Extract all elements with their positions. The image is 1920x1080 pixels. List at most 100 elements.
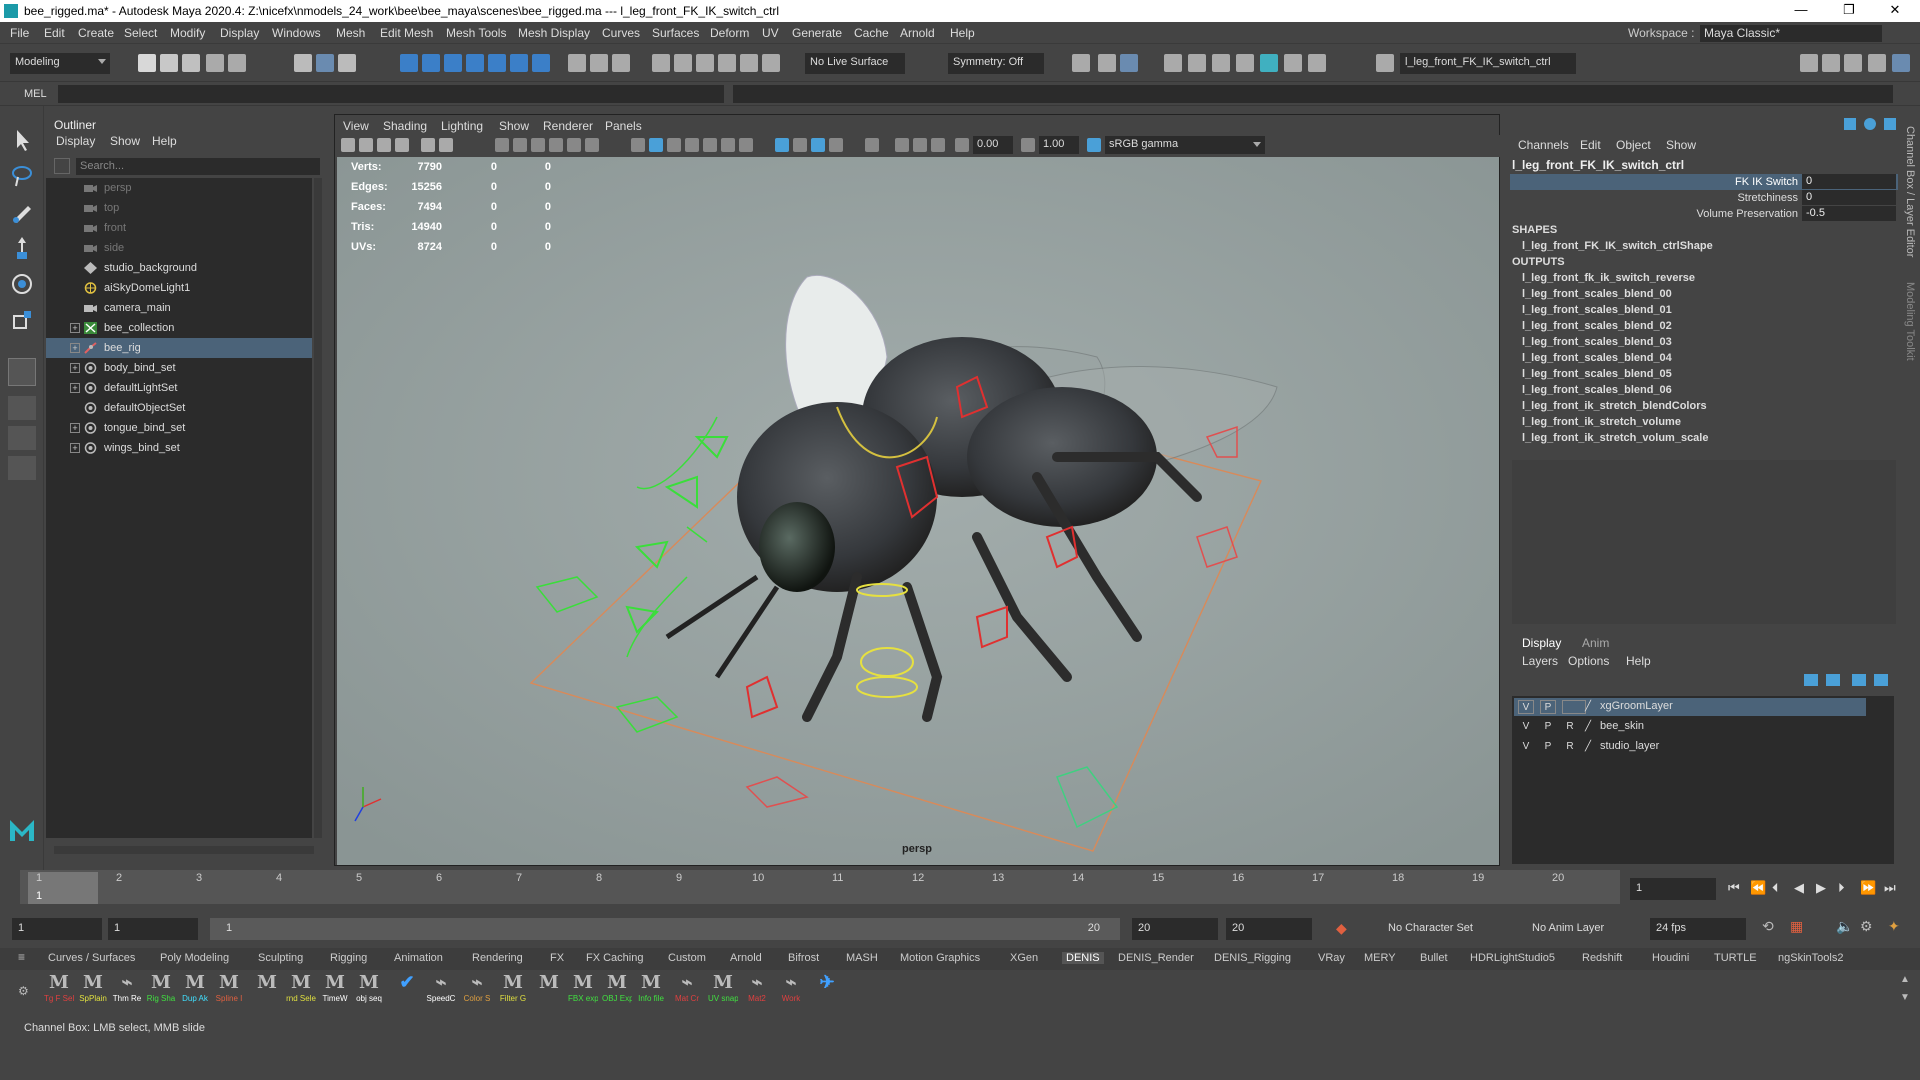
scale-tool-icon[interactable]: [8, 306, 36, 334]
shelf-button[interactable]: M Dup Ak: [180, 972, 210, 1008]
bookmark-icon[interactable]: [377, 138, 391, 152]
play-backwards-icon[interactable]: ◀: [1794, 880, 1804, 896]
wireframe-icon[interactable]: [631, 138, 645, 152]
step-back-key-icon[interactable]: ⏪: [1750, 880, 1766, 896]
expand-icon[interactable]: +: [70, 363, 80, 373]
shelf-menu-icon[interactable]: ≡: [18, 950, 25, 964]
menu-surfaces[interactable]: Surfaces: [652, 26, 699, 40]
attr-fk-ik-switch-value[interactable]: 0: [1802, 174, 1896, 189]
expand-icon[interactable]: +: [70, 423, 80, 433]
redo-icon[interactable]: [228, 54, 246, 72]
channelbox-menu-show[interactable]: Show: [1666, 138, 1696, 152]
menu-file[interactable]: File: [10, 26, 29, 40]
output-node[interactable]: l_leg_front_scales_blend_00: [1522, 288, 1672, 300]
shelf-button[interactable]: ⌁ Work: [776, 972, 806, 1008]
shelf-tab[interactable]: FX Caching: [586, 952, 643, 964]
menu-display[interactable]: Display: [220, 26, 259, 40]
layer-tab-anim[interactable]: Anim: [1582, 636, 1609, 650]
new-layer-selected-icon[interactable]: [1874, 674, 1888, 686]
viewport-menu-renderer[interactable]: Renderer: [543, 119, 593, 133]
attr-volume-preservation-value[interactable]: -0.5: [1802, 206, 1896, 221]
shelf-tab[interactable]: Rigging: [330, 952, 367, 964]
shelf-button[interactable]: M SpPlain: [78, 972, 108, 1008]
layer-visibility-toggle[interactable]: V: [1518, 720, 1534, 734]
animation-start-field[interactable]: 1: [12, 918, 102, 940]
tool-settings-icon[interactable]: [1822, 54, 1840, 72]
shelf-button[interactable]: ⌁ Mat2: [742, 972, 772, 1008]
layer-display-type-toggle[interactable]: R: [1562, 720, 1578, 734]
snap-vertex-icon[interactable]: [510, 54, 528, 72]
lock-icon[interactable]: [590, 54, 608, 72]
close-button[interactable]: ✕: [1878, 2, 1912, 18]
layer-color-swatch-icon[interactable]: ╱: [1580, 720, 1596, 734]
outliner-item[interactable]: studio_background: [46, 258, 312, 278]
step-forward-frame-icon[interactable]: ⏵: [1838, 880, 1845, 896]
render-current-frame-icon[interactable]: [652, 54, 670, 72]
channelbox-pin-icon[interactable]: [1884, 118, 1896, 130]
new-scene-icon[interactable]: [138, 54, 156, 72]
outliner-horizontal-scrollbar[interactable]: [54, 846, 314, 854]
key-filter-icon[interactable]: ▦: [1790, 918, 1803, 935]
shelf-tab[interactable]: Animation: [394, 952, 443, 964]
menu-curves[interactable]: Curves: [602, 26, 640, 40]
shelf-tab[interactable]: Houdini: [1652, 952, 1689, 964]
output-node[interactable]: l_leg_front_scales_blend_02: [1522, 320, 1672, 332]
anim-layer-dropdown[interactable]: No Anim Layer: [1526, 918, 1648, 940]
symmetry-dropdown[interactable]: Symmetry: Off: [948, 53, 1044, 74]
menu-uv[interactable]: UV: [762, 26, 779, 40]
shelf-tab[interactable]: FX: [550, 952, 564, 964]
playback-start-field[interactable]: 1: [108, 918, 198, 940]
menuset-dropdown[interactable]: Modeling: [10, 53, 110, 74]
channelbox-key-icon[interactable]: [1844, 118, 1856, 130]
attr-stretchiness[interactable]: Stretchiness 0: [1510, 190, 1898, 206]
textured-icon[interactable]: [703, 138, 717, 152]
shelf-button[interactable]: ⌁ Mat Cr: [672, 972, 702, 1008]
shelf-tab[interactable]: Sculpting: [258, 952, 303, 964]
shelf-tab[interactable]: DENIS_Render: [1118, 952, 1194, 964]
use-all-lights-icon[interactable]: [721, 138, 735, 152]
range-slider[interactable]: 1 20: [210, 918, 1120, 940]
layer-tab-display[interactable]: Display: [1522, 636, 1561, 650]
fps-dropdown[interactable]: 24 fps: [1650, 918, 1746, 940]
menu-mesh[interactable]: Mesh: [336, 26, 365, 40]
camera-attributes-icon[interactable]: [359, 138, 373, 152]
auto-key-icon[interactable]: ◆: [1336, 920, 1347, 937]
layer-playback-toggle[interactable]: P: [1540, 720, 1556, 734]
menu-create[interactable]: Create: [78, 26, 114, 40]
snap-point-icon[interactable]: [444, 54, 462, 72]
shelf-button[interactable]: M OBJ Exp: [602, 972, 632, 1008]
menu-edit[interactable]: Edit: [44, 26, 65, 40]
motion-blur-icon[interactable]: [793, 138, 807, 152]
animation-end-field[interactable]: 20: [1226, 918, 1312, 940]
shelf-button[interactable]: M TimeW: [320, 972, 350, 1008]
isolate-select-icon[interactable]: [865, 138, 879, 152]
field-chart-icon[interactable]: [567, 138, 581, 152]
select-by-hierarchy-icon[interactable]: [294, 54, 312, 72]
layer-display-type-toggle[interactable]: R: [1562, 740, 1578, 754]
channelbox-menu-object[interactable]: Object: [1616, 138, 1651, 152]
gamma-icon[interactable]: [1021, 138, 1035, 152]
step-back-frame-icon[interactable]: ⏴: [1772, 880, 1779, 896]
shelf-tab[interactable]: Bullet: [1420, 952, 1448, 964]
shelf-button[interactable]: ✈: [812, 972, 842, 1008]
snap-curve-icon[interactable]: [422, 54, 440, 72]
shelf-scroll-down-icon[interactable]: ▼: [1900, 992, 1910, 1003]
output-node[interactable]: l_leg_front_ik_stretch_blendColors: [1522, 400, 1707, 412]
menu-deform[interactable]: Deform: [710, 26, 749, 40]
layer-color-swatch-icon[interactable]: ╱: [1580, 740, 1596, 754]
save-scene-icon[interactable]: [182, 54, 200, 72]
minimize-button[interactable]: —: [1784, 2, 1818, 17]
shelf-button[interactable]: M Filter G: [498, 972, 528, 1008]
object-name-field[interactable]: l_leg_front_FK_IK_switch_ctrl: [1400, 53, 1576, 74]
new-layer-icon[interactable]: [1852, 674, 1866, 686]
shelf-settings-icon[interactable]: ⚙: [18, 984, 29, 998]
shape-node[interactable]: l_leg_front_FK_IK_switch_ctrlShape: [1522, 240, 1713, 252]
layer-row[interactable]: V P ╱ xgGroomLayer: [1514, 698, 1866, 716]
outliner-item[interactable]: camera_main: [46, 298, 312, 318]
shelf-tab[interactable]: HDRLightStudio5: [1470, 952, 1555, 964]
menu-generate[interactable]: Generate: [792, 26, 842, 40]
film-gate-icon[interactable]: [513, 138, 527, 152]
camera-toggle-icon[interactable]: [1098, 54, 1116, 72]
color-management-icon[interactable]: [1087, 138, 1101, 152]
hypershade-icon[interactable]: [718, 54, 736, 72]
